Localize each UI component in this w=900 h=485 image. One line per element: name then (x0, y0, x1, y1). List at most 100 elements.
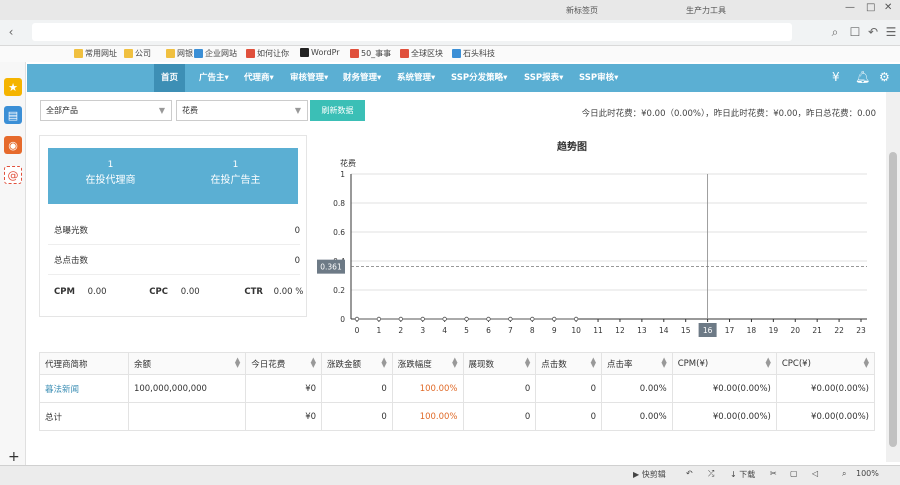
speaker-icon[interactable]: ◁ (812, 469, 818, 478)
browser-tab[interactable]: 生产力工具 (680, 3, 732, 19)
column-header[interactable]: 涨跌幅度 ▲ ▼ (391, 352, 464, 375)
column-header[interactable]: 涨跌金额 ▲ ▼ (321, 352, 393, 375)
undo-icon[interactable]: ↶ (686, 469, 693, 478)
column-header[interactable]: 今日花费 ▲ ▼ (245, 352, 323, 375)
column-header[interactable]: 余额 ▲ ▼ (127, 352, 247, 375)
table-cell: 总计 (39, 402, 129, 431)
maximize-icon[interactable]: □ (866, 2, 875, 13)
table-row: 总计 ¥0 0 100.00% 0 0 0.00% ¥0.00(0.00%) ¥0.00(0.0… (39, 402, 876, 431)
undo-icon[interactable]: ↶ (866, 25, 880, 39)
data-point (442, 316, 447, 322)
table-cell: ¥0.00(0.00%) (775, 374, 876, 403)
minimize-icon[interactable]: — (845, 2, 855, 13)
nav-agent[interactable]: 代理商▾ (244, 64, 274, 92)
sort-icon[interactable]: ▲ ▼ (765, 357, 770, 369)
table-cell: ¥0 (245, 374, 323, 403)
nav-home[interactable]: 首页 (154, 64, 186, 92)
bookmark-item[interactable]: 常用网址 (74, 48, 117, 59)
bookmark-item[interactable]: 50_事事 (350, 48, 391, 59)
column-header-label: 展现数 (468, 359, 495, 370)
x-tick-label: 1 (377, 326, 382, 335)
table-cell: 0 (462, 402, 537, 431)
weibo-icon[interactable]: ◉ (4, 136, 22, 154)
chevron-down-icon: ▼ (294, 106, 301, 115)
quick-clip-button[interactable]: ▶ 快剪辑 (633, 469, 666, 480)
close-icon[interactable]: ✕ (884, 2, 892, 13)
column-header[interactable]: 代理商简称 (39, 352, 129, 375)
column-header[interactable]: 点击数 ▲ ▼ (535, 352, 602, 375)
nav-system[interactable]: 系统管理▾ (397, 64, 435, 92)
sort-icon[interactable]: ▲ ▼ (591, 357, 596, 369)
nav-ssp-review[interactable]: SSP审核▾ (579, 64, 618, 92)
nav-review[interactable]: 审核管理▾ (290, 64, 328, 92)
bookmark-item[interactable]: WordPr (300, 48, 340, 57)
cut-icon[interactable]: ✂ (770, 469, 777, 478)
bookmark-item[interactable]: 如何让你 (246, 48, 289, 59)
sort-icon[interactable]: ▲ ▼ (235, 357, 240, 369)
bell-icon[interactable]: 🔔︎ (855, 70, 870, 84)
sort-icon[interactable]: ▲ ▼ (661, 357, 666, 369)
sort-icon[interactable]: ▲ ▼ (311, 357, 316, 369)
table-cell: 0 (535, 402, 602, 431)
nav-ssp-report[interactable]: SSP报表▾ (524, 64, 563, 92)
column-header[interactable]: CPC(¥) ▲ ▼ (775, 352, 876, 375)
sort-icon[interactable]: ▲ ▼ (452, 357, 457, 369)
x-tick-label: 22 (834, 326, 844, 335)
sort-icon[interactable]: ▲ ▼ (525, 357, 530, 369)
add-icon[interactable]: + (8, 449, 20, 465)
stats-panel: 1 在投代理商 1 在投广告主 总曝光数 0 总点击数 0 CPM 0.00 C… (39, 135, 307, 317)
column-header-label: 余额 (133, 359, 151, 370)
notes-icon[interactable]: ▤ (4, 106, 22, 124)
refresh-button[interactable]: 刷新数据 (310, 100, 365, 121)
mail-icon[interactable]: @ (4, 166, 22, 184)
main-content: 全部产品 ▼ 花费 ▼ 刷新数据 今日此时花费：¥0.00（0.00%），昨日此… (27, 92, 886, 462)
column-header[interactable]: CPM(¥) ▲ ▼ (671, 352, 777, 375)
star-icon[interactable]: ★ (4, 78, 22, 96)
column-header-label: CPM(¥) (677, 358, 709, 369)
app-navbar: 首页 广告主▾ 代理商▾ 审核管理▾ 财务管理▾ 系统管理▾ SSP分发策略▾ … (27, 64, 900, 92)
bookmark-icon[interactable]: ☐ (848, 25, 862, 39)
page-scrollbar[interactable] (886, 92, 900, 462)
address-bar[interactable] (32, 23, 792, 41)
x-tick-label: 8 (530, 326, 535, 335)
nav-finance[interactable]: 财务管理▾ (343, 64, 381, 92)
table-cell: 0 (321, 374, 393, 403)
menu-icon[interactable]: ☰ (884, 25, 898, 39)
product-select[interactable]: 全部产品 ▼ (40, 100, 172, 121)
nav-ssp-strategy[interactable]: SSP分发策略▾ (451, 64, 507, 92)
sort-icon[interactable]: ▲ ▼ (381, 357, 386, 369)
bookmark-item[interactable]: 公司 (124, 48, 151, 59)
shuffle-icon[interactable]: ⤮ (708, 469, 714, 479)
column-header[interactable]: 点击率 ▲ ▼ (601, 352, 673, 375)
table-cell: 0 (535, 374, 602, 403)
search-icon[interactable]: ⌕ (828, 25, 842, 40)
y-tick-label: 0.2 (333, 286, 345, 295)
impressions-row: 总曝光数 0 (48, 217, 300, 245)
table-cell: 100.00% (391, 402, 464, 431)
table-cell[interactable]: 暮法新闻 (39, 374, 129, 403)
metric-select[interactable]: 花费 ▼ (176, 100, 308, 121)
clicks-value: 0 (294, 256, 300, 266)
bookmark-item[interactable]: 网银 (166, 48, 193, 59)
sort-icon[interactable]: ▲ ▼ (864, 357, 869, 369)
x-tick-label: 10 (571, 326, 581, 335)
bookmark-item[interactable]: 企业网站 (194, 48, 237, 59)
scrollbar-thumb[interactable] (889, 152, 897, 447)
browser-tab[interactable]: 新标签页 (560, 3, 604, 19)
currency-icon[interactable]: ¥ (832, 70, 840, 84)
back-icon[interactable]: ‹ (4, 25, 18, 39)
tab-strip: 新标签页 生产力工具 — □ ✕ (0, 0, 900, 20)
zoom-icon[interactable]: ⌕ (842, 469, 846, 479)
nav-advertiser[interactable]: 广告主▾ (199, 64, 229, 92)
bookmark-item[interactable]: 石头科技 (452, 48, 495, 59)
x-tick-label: 19 (769, 326, 779, 335)
window-icon[interactable]: ▢ (790, 469, 798, 478)
cpm-label: CPM (54, 287, 75, 297)
impressions-value: 0 (294, 226, 300, 236)
table-cell: 100,000,000,000 (127, 374, 247, 403)
download-button[interactable]: ↓ 下载 (730, 469, 755, 480)
bookmark-item[interactable]: 全球区块 (400, 48, 443, 59)
x-tick-label: 6 (486, 326, 491, 335)
gear-icon[interactable]: ⚙ (879, 70, 890, 84)
column-header[interactable]: 展现数 ▲ ▼ (462, 352, 537, 375)
